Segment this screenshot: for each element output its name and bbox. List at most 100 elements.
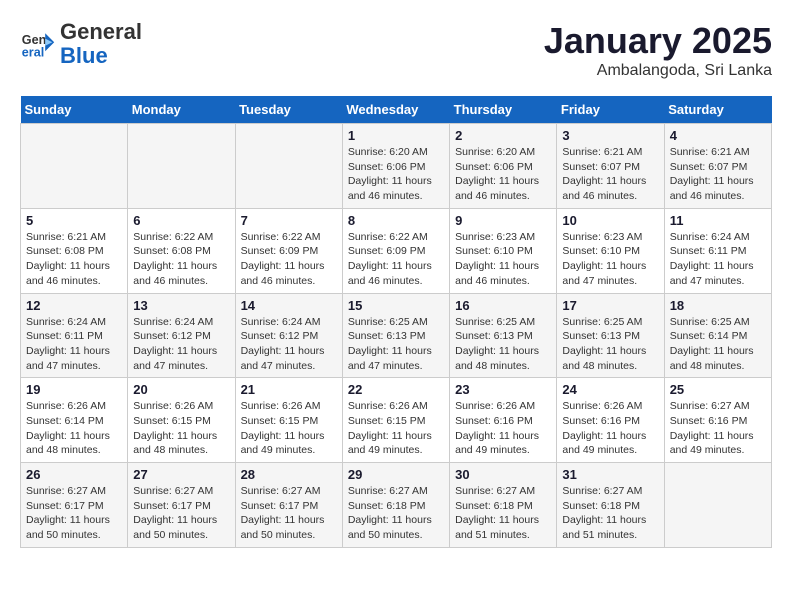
day-info: Sunrise: 6:24 AM Sunset: 6:12 PM Dayligh… [241, 315, 337, 374]
calendar-header: SundayMondayTuesdayWednesdayThursdayFrid… [21, 96, 772, 124]
calendar-cell: 26 Sunrise: 6:27 AM Sunset: 6:17 PM Dayli… [21, 463, 128, 548]
calendar-cell: 18Sunrise: 6:25 AM Sunset: 6:14 PM Dayli… [664, 293, 771, 378]
day-number: 6 [133, 213, 229, 228]
weekday-header-wednesday: Wednesday [342, 96, 449, 124]
calendar-week-4: 19 Sunrise: 6:26 AM Sunset: 6:14 PM Dayli… [21, 378, 772, 463]
day-number: 23 [455, 382, 551, 397]
day-number: 30 [455, 467, 551, 482]
weekday-header-sunday: Sunday [21, 96, 128, 124]
day-info: Sunrise: 6:24 AM Sunset: 6:11 PM Dayligh… [670, 230, 766, 289]
day-number: 27 [133, 467, 229, 482]
day-number: 24 [562, 382, 658, 397]
weekday-header-row: SundayMondayTuesdayWednesdayThursdayFrid… [21, 96, 772, 124]
day-number: 8 [348, 213, 444, 228]
day-info: Sunrise: 6:26 AM Sunset: 6:14 PM Dayligh… [26, 399, 122, 458]
calendar-week-5: 26 Sunrise: 6:27 AM Sunset: 6:17 PM Dayli… [21, 463, 772, 548]
day-info: Sunrise: 6:22 AM Sunset: 6:09 PM Dayligh… [348, 230, 444, 289]
day-info: Sunrise: 6:26 AM Sunset: 6:15 PM Dayligh… [133, 399, 229, 458]
weekday-header-friday: Friday [557, 96, 664, 124]
calendar-cell: 10 Sunrise: 6:23 AM Sunset: 6:10 PM Dayli… [557, 208, 664, 293]
calendar-body: 1 Sunrise: 6:20 AM Sunset: 6:06 PM Daylig… [21, 124, 772, 548]
calendar-cell: 29Sunrise: 6:27 AM Sunset: 6:18 PM Dayli… [342, 463, 449, 548]
day-number: 15 [348, 298, 444, 313]
day-number: 11 [670, 213, 766, 228]
day-number: 9 [455, 213, 551, 228]
calendar-cell: 31Sunrise: 6:27 AM Sunset: 6:18 PM Dayli… [557, 463, 664, 548]
calendar-cell: 3 Sunrise: 6:21 AM Sunset: 6:07 PM Daylig… [557, 124, 664, 209]
calendar-cell: 17Sunrise: 6:25 AM Sunset: 6:13 PM Dayli… [557, 293, 664, 378]
calendar-cell: 4 Sunrise: 6:21 AM Sunset: 6:07 PM Daylig… [664, 124, 771, 209]
title-block: January 2025 Ambalangoda, Sri Lanka [544, 20, 772, 80]
day-info: Sunrise: 6:26 AM Sunset: 6:15 PM Dayligh… [348, 399, 444, 458]
calendar-cell: 16 Sunrise: 6:25 AM Sunset: 6:13 PM Dayli… [450, 293, 557, 378]
logo-icon: Gen eral [20, 26, 56, 62]
day-info: Sunrise: 6:22 AM Sunset: 6:08 PM Dayligh… [133, 230, 229, 289]
calendar-week-1: 1 Sunrise: 6:20 AM Sunset: 6:06 PM Daylig… [21, 124, 772, 209]
calendar-cell: 23 Sunrise: 6:26 AM Sunset: 6:16 PM Dayli… [450, 378, 557, 463]
calendar-cell: 19 Sunrise: 6:26 AM Sunset: 6:14 PM Dayli… [21, 378, 128, 463]
day-number: 19 [26, 382, 122, 397]
day-number: 2 [455, 128, 551, 143]
day-number: 22 [348, 382, 444, 397]
calendar-cell: 11 Sunrise: 6:24 AM Sunset: 6:11 PM Dayli… [664, 208, 771, 293]
calendar-cell: 21 Sunrise: 6:26 AM Sunset: 6:15 PM Dayli… [235, 378, 342, 463]
calendar-cell: 12 Sunrise: 6:24 AM Sunset: 6:11 PM Dayli… [21, 293, 128, 378]
day-info: Sunrise: 6:23 AM Sunset: 6:10 PM Dayligh… [455, 230, 551, 289]
day-info: Sunrise: 6:27 AM Sunset: 6:17 PM Dayligh… [26, 484, 122, 543]
day-number: 4 [670, 128, 766, 143]
calendar-cell: 9 Sunrise: 6:23 AM Sunset: 6:10 PM Daylig… [450, 208, 557, 293]
day-number: 17 [562, 298, 658, 313]
location-subtitle: Ambalangoda, Sri Lanka [544, 62, 772, 80]
day-info: Sunrise: 6:23 AM Sunset: 6:10 PM Dayligh… [562, 230, 658, 289]
day-number: 7 [241, 213, 337, 228]
page-header: Gen eral General Blue January 2025 Ambal… [20, 20, 772, 80]
weekday-header-saturday: Saturday [664, 96, 771, 124]
calendar-cell [235, 124, 342, 209]
calendar-cell [664, 463, 771, 548]
day-info: Sunrise: 6:25 AM Sunset: 6:13 PM Dayligh… [455, 315, 551, 374]
day-number: 28 [241, 467, 337, 482]
day-number: 18 [670, 298, 766, 313]
day-info: Sunrise: 6:27 AM Sunset: 6:17 PM Dayligh… [241, 484, 337, 543]
calendar-cell: 30Sunrise: 6:27 AM Sunset: 6:18 PM Dayli… [450, 463, 557, 548]
calendar-cell: 15 Sunrise: 6:25 AM Sunset: 6:13 PM Dayli… [342, 293, 449, 378]
weekday-header-monday: Monday [128, 96, 235, 124]
day-number: 1 [348, 128, 444, 143]
day-info: Sunrise: 6:21 AM Sunset: 6:07 PM Dayligh… [670, 145, 766, 204]
day-info: Sunrise: 6:21 AM Sunset: 6:07 PM Dayligh… [562, 145, 658, 204]
day-info: Sunrise: 6:20 AM Sunset: 6:06 PM Dayligh… [348, 145, 444, 204]
day-number: 26 [26, 467, 122, 482]
day-info: Sunrise: 6:24 AM Sunset: 6:11 PM Dayligh… [26, 315, 122, 374]
svg-text:eral: eral [22, 46, 44, 60]
day-info: Sunrise: 6:22 AM Sunset: 6:09 PM Dayligh… [241, 230, 337, 289]
calendar-cell: 20 Sunrise: 6:26 AM Sunset: 6:15 PM Dayli… [128, 378, 235, 463]
day-number: 16 [455, 298, 551, 313]
weekday-header-thursday: Thursday [450, 96, 557, 124]
calendar-cell [21, 124, 128, 209]
day-info: Sunrise: 6:26 AM Sunset: 6:16 PM Dayligh… [562, 399, 658, 458]
day-info: Sunrise: 6:20 AM Sunset: 6:06 PM Dayligh… [455, 145, 551, 204]
day-info: Sunrise: 6:26 AM Sunset: 6:15 PM Dayligh… [241, 399, 337, 458]
day-number: 3 [562, 128, 658, 143]
calendar-cell: 14Sunrise: 6:24 AM Sunset: 6:12 PM Dayli… [235, 293, 342, 378]
day-number: 10 [562, 213, 658, 228]
weekday-header-tuesday: Tuesday [235, 96, 342, 124]
calendar-cell: 22 Sunrise: 6:26 AM Sunset: 6:15 PM Dayli… [342, 378, 449, 463]
calendar-week-2: 5Sunrise: 6:21 AM Sunset: 6:08 PM Daylig… [21, 208, 772, 293]
calendar-cell: 5Sunrise: 6:21 AM Sunset: 6:08 PM Daylig… [21, 208, 128, 293]
day-number: 12 [26, 298, 122, 313]
logo-text: General Blue [60, 20, 142, 68]
day-info: Sunrise: 6:27 AM Sunset: 6:16 PM Dayligh… [670, 399, 766, 458]
day-info: Sunrise: 6:25 AM Sunset: 6:13 PM Dayligh… [348, 315, 444, 374]
calendar-cell: 27 Sunrise: 6:27 AM Sunset: 6:17 PM Dayli… [128, 463, 235, 548]
day-info: Sunrise: 6:27 AM Sunset: 6:18 PM Dayligh… [562, 484, 658, 543]
day-number: 21 [241, 382, 337, 397]
calendar-week-3: 12 Sunrise: 6:24 AM Sunset: 6:11 PM Dayli… [21, 293, 772, 378]
calendar-cell: 28 Sunrise: 6:27 AM Sunset: 6:17 PM Dayli… [235, 463, 342, 548]
day-number: 20 [133, 382, 229, 397]
day-info: Sunrise: 6:27 AM Sunset: 6:17 PM Dayligh… [133, 484, 229, 543]
day-number: 29 [348, 467, 444, 482]
month-title: January 2025 [544, 20, 772, 62]
day-info: Sunrise: 6:26 AM Sunset: 6:16 PM Dayligh… [455, 399, 551, 458]
calendar-cell: 8 Sunrise: 6:22 AM Sunset: 6:09 PM Daylig… [342, 208, 449, 293]
